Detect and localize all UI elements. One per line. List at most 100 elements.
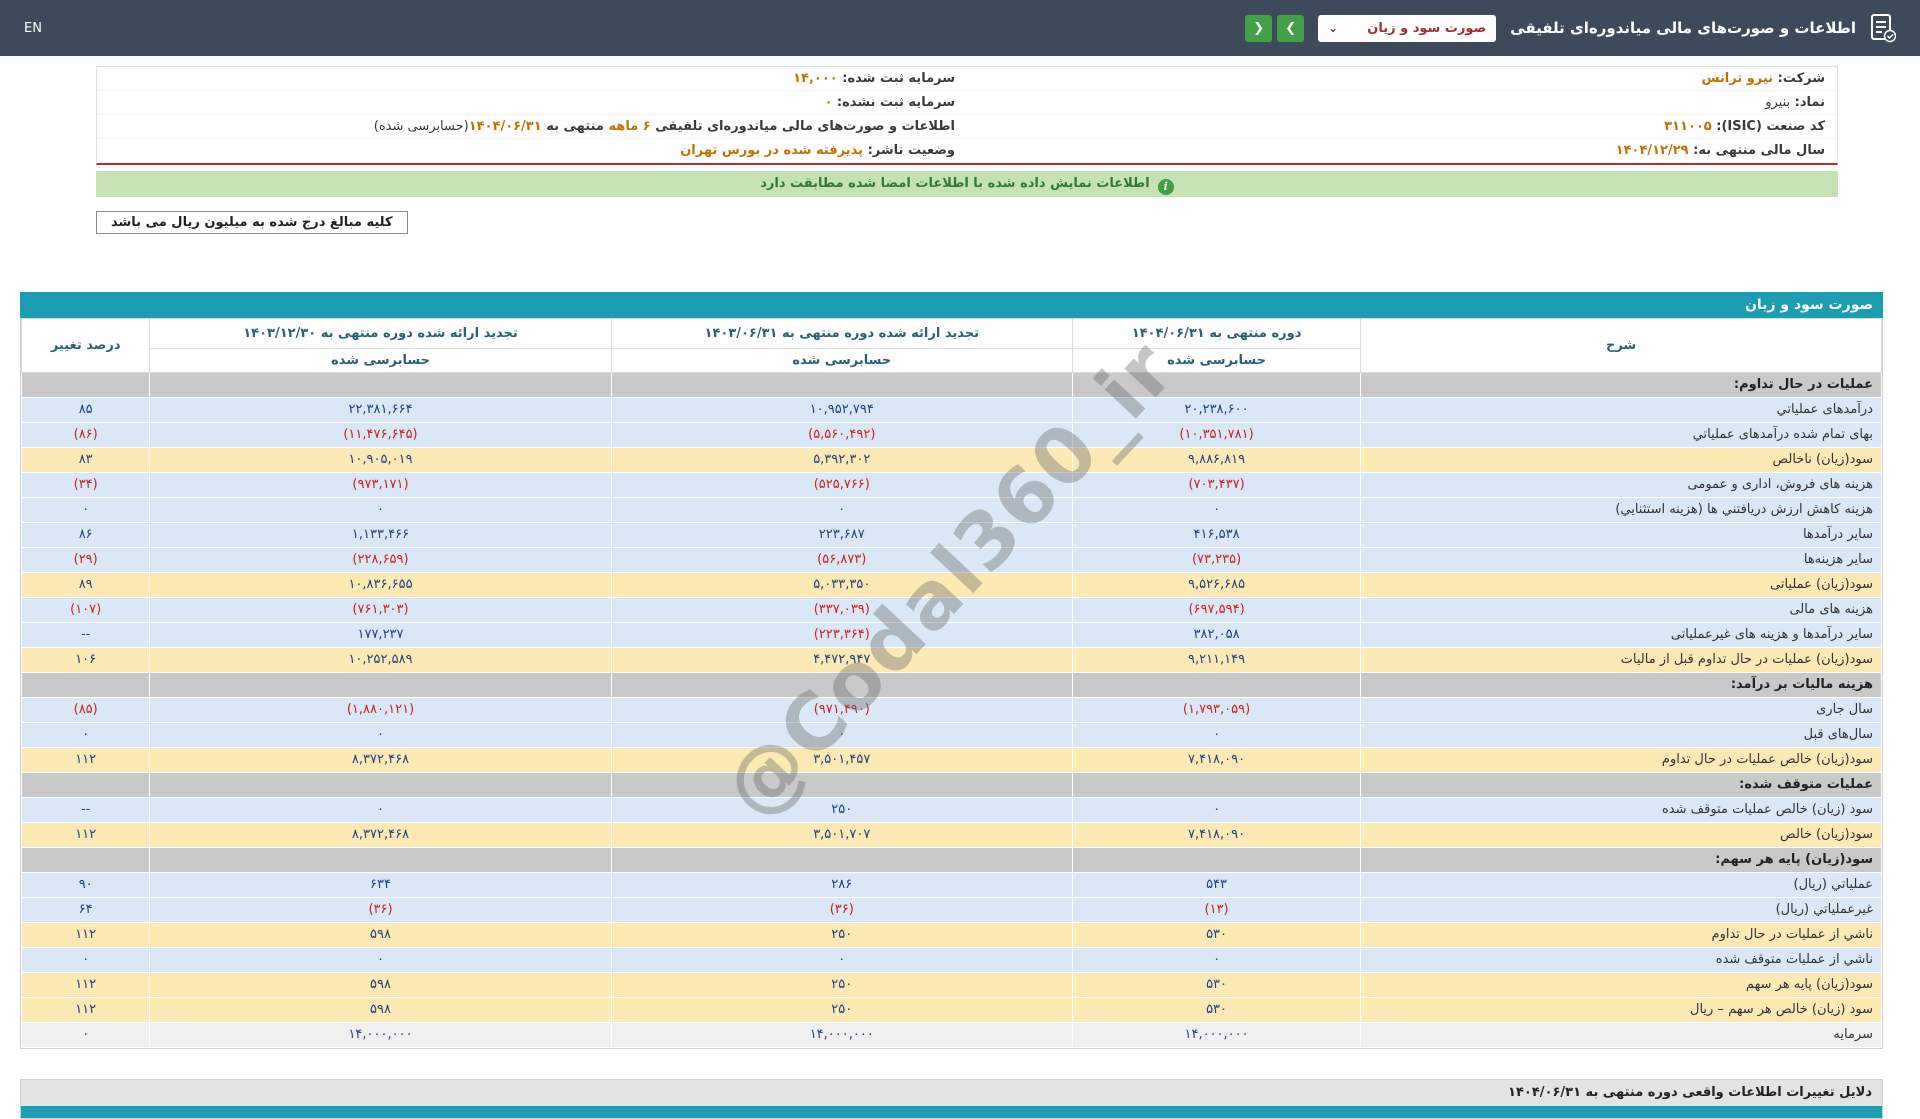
row-value: (۳۶) xyxy=(611,898,1072,923)
row-label: سایر درآمدها و هزینه های غیرعملیاتی xyxy=(1361,623,1882,648)
row-change-pct: ۱۱۲ xyxy=(22,973,150,998)
row-value: ۶۳۴ xyxy=(150,873,611,898)
language-toggle[interactable]: EN xyxy=(24,21,42,36)
row-label: سود(زیان) عملیاتی xyxy=(1361,573,1882,598)
row-label: سرمایه xyxy=(1361,1023,1882,1048)
statement-row: سال جاری(۱,۷۹۳,۰۵۹)(۹۷۱,۴۹۰)(۱,۸۸۰,۱۲۱)(… xyxy=(22,698,1882,723)
row-value: ۳۸۲,۰۵۸ xyxy=(1072,623,1360,648)
row-value: ۰ xyxy=(1072,498,1360,523)
row-value: ۱۰,۹۰۵,۰۱۹ xyxy=(150,448,611,473)
row-value: ۰ xyxy=(611,948,1072,973)
statement-row: غیرعملیاتي (ریال)(۱۳)(۳۶)(۳۶)۶۴ xyxy=(22,898,1882,923)
row-value xyxy=(611,773,1072,798)
row-value: (۹۷۳,۱۷۱) xyxy=(150,473,611,498)
row-value: ۱۴,۰۰۰,۰۰۰ xyxy=(1072,1023,1360,1048)
row-label: سود(زیان) پایه هر سهم: xyxy=(1361,848,1882,873)
info-icon: i xyxy=(1158,179,1174,195)
row-label: عملیات در حال تداوم: xyxy=(1361,373,1882,398)
row-value: ۳,۵۰۱,۷۰۷ xyxy=(611,823,1072,848)
row-change-pct: ۰ xyxy=(22,948,150,973)
info-label: وضعیت ناشر: xyxy=(863,143,955,158)
row-value: ۸,۳۷۲,۴۶۸ xyxy=(150,748,611,773)
statement-row: سایر هزینه‌ها(۷۳,۲۳۵)(۵۶,۸۷۳)(۲۲۸,۶۵۹)(۲… xyxy=(22,548,1882,573)
statement-type-select[interactable]: صورت سود و زیان ⌄ xyxy=(1318,15,1496,42)
row-value: ۱۴,۰۰۰,۰۰۰ xyxy=(611,1023,1072,1048)
row-value: ۲۵۰ xyxy=(611,998,1072,1023)
row-label: هزینه مالیات بر درآمد: xyxy=(1361,673,1882,698)
row-value xyxy=(1072,773,1360,798)
row-value: ۲۵۰ xyxy=(611,923,1072,948)
row-value: (۷۳,۲۳۵) xyxy=(1072,548,1360,573)
row-value xyxy=(150,848,611,873)
info-label: اطلاعات و صورت‌های مالی میاندوره‌ای تلفی… xyxy=(651,119,955,134)
row-change-pct: (۸۶) xyxy=(22,423,150,448)
col-header-description: شرح xyxy=(1361,319,1882,373)
row-value: ۰ xyxy=(611,723,1072,748)
row-change-pct: ۰ xyxy=(22,498,150,523)
statement-row: هزینه کاهش ارزش دریافتني ها (هزینه استثن… xyxy=(22,498,1882,523)
statement-row: سود(زیان) پایه هر سهم۵۳۰۲۵۰۵۹۸۱۱۲ xyxy=(22,973,1882,998)
row-label: ناشي از عملیات متوقف شده xyxy=(1361,948,1882,973)
row-value: ۰ xyxy=(1072,723,1360,748)
row-value: ۱۰,۹۵۲,۷۹۴ xyxy=(611,398,1072,423)
row-label: سایر هزینه‌ها xyxy=(1361,548,1882,573)
info-value: ۱۴۰۴/۰۶/۳۱ xyxy=(469,119,542,134)
row-label: غیرعملیاتي (ریال) xyxy=(1361,898,1882,923)
row-value: ۰ xyxy=(1072,948,1360,973)
info-label: شرکت: xyxy=(1773,71,1825,86)
row-value: ۵۴۳ xyxy=(1072,873,1360,898)
row-value: ۲۵۰ xyxy=(611,973,1072,998)
next-statement-button[interactable]: ❯ xyxy=(1277,15,1304,42)
col-header-change-pct: درصد تغییر xyxy=(22,319,150,373)
statement-row: هزینه های فروش، اداری و عمومی(۷۰۳,۴۳۷)(۵… xyxy=(22,473,1882,498)
row-value: ۰ xyxy=(611,498,1072,523)
info-row: سرمایه ثبت شده: ۱۴,۰۰۰ xyxy=(97,67,967,91)
row-value: ۲۵۰ xyxy=(611,798,1072,823)
page-title: اطلاعات و صورت‌های مالی میاندوره‌ای تلفی… xyxy=(1510,19,1856,37)
col-header-period-annual: تجدید ارائه شده دوره منتهی به ۱۴۰۳/۱۲/۳۰ xyxy=(150,319,611,349)
info-label: منتهی به xyxy=(542,119,609,134)
info-label: کد صنعت (ISIC): xyxy=(1712,119,1825,134)
row-value: ۹,۲۱۱,۱۴۹ xyxy=(1072,648,1360,673)
row-value: ۰ xyxy=(150,723,611,748)
row-value: ۴۱۶,۵۳۸ xyxy=(1072,523,1360,548)
row-value: (۵۶,۸۷۳) xyxy=(611,548,1072,573)
row-value: (۲۲۸,۶۵۹) xyxy=(150,548,611,573)
chevron-down-icon: ⌄ xyxy=(1328,22,1338,34)
row-label: ناشي از عملیات در حال تداوم xyxy=(1361,923,1882,948)
row-change-pct: ۰ xyxy=(22,1023,150,1048)
row-value: (۶۹۷,۵۹۴) xyxy=(1072,598,1360,623)
currency-unit-note: کلیه مبالغ درج شده به میلیون ریال می باش… xyxy=(96,211,408,234)
section-row: هزینه مالیات بر درآمد: xyxy=(22,673,1882,698)
row-label: عملیاتي (ریال) xyxy=(1361,873,1882,898)
statement-table-wrap: شرح دوره منتهی به ۱۴۰۴/۰۶/۳۱ تجدید ارائه… xyxy=(20,318,1883,1049)
statement-title-bar: صورت سود و زیان xyxy=(20,292,1883,318)
row-change-pct: -- xyxy=(22,623,150,648)
row-label: درآمدهای عملیاتي xyxy=(1361,398,1882,423)
row-change-pct xyxy=(22,848,150,873)
row-value: ۱۷۷,۲۳۷ xyxy=(150,623,611,648)
row-value: (۱,۷۹۳,۰۵۹) xyxy=(1072,698,1360,723)
statement-row: سال‌های قبل۰۰۰۰ xyxy=(22,723,1882,748)
row-change-pct: (۱۰۷) xyxy=(22,598,150,623)
prev-statement-button[interactable]: ❮ xyxy=(1245,15,1272,42)
row-change-pct: ۱۱۲ xyxy=(22,998,150,1023)
row-value xyxy=(150,673,611,698)
row-value: ۷,۴۱۸,۰۹۰ xyxy=(1072,823,1360,848)
audited-label: حسابرسی شده xyxy=(1072,349,1360,373)
income-statement: صورت سود و زیان شرح دوره منتهی به ۱۴۰۴/۰… xyxy=(20,292,1883,1049)
row-value: ۴,۴۷۲,۹۴۷ xyxy=(611,648,1072,673)
row-change-pct: ۱۱۲ xyxy=(22,823,150,848)
row-value: ۵۳۰ xyxy=(1072,973,1360,998)
row-label: هزینه های مالی xyxy=(1361,598,1882,623)
info-value: ۱۴,۰۰۰ xyxy=(793,71,838,86)
topbar: اطلاعات و صورت‌های مالی میاندوره‌ای تلفی… xyxy=(0,0,1920,56)
row-label: سود(زیان) پایه هر سهم xyxy=(1361,973,1882,998)
info-label: نماد: xyxy=(1790,95,1825,110)
statement-row: سود(زیان) ناخالص۹,۸۸۶,۸۱۹۵,۳۹۲,۳۰۲۱۰,۹۰۵… xyxy=(22,448,1882,473)
info-value: پذیرفته شده در بورس تهران xyxy=(680,143,863,158)
company-info-left-column: سرمایه ثبت شده: ۱۴,۰۰۰سرمایه ثبت نشده: ۰… xyxy=(97,67,967,163)
row-value: ۵۹۸ xyxy=(150,923,611,948)
info-label: سرمایه ثبت نشده: xyxy=(832,95,955,110)
row-change-pct: ۰ xyxy=(22,723,150,748)
